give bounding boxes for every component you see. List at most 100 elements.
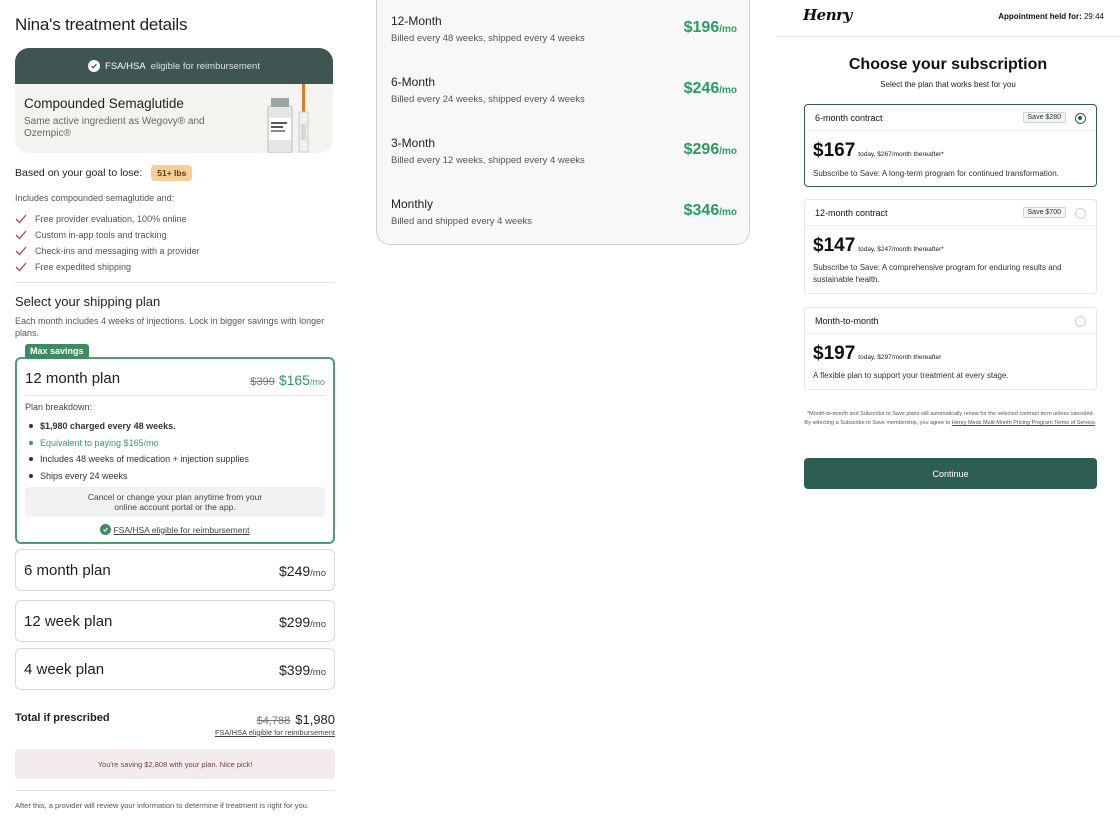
billing-option-sub: Billed every 12 weeks, shipped every 4 w…: [391, 155, 585, 166]
feature-text: Free expedited shipping: [35, 262, 132, 272]
feature-item: Free expedited shipping: [15, 259, 200, 275]
plan-price: $249/mo: [279, 563, 326, 579]
shipping-subtitle: Each month includes 4 weeks of injection…: [15, 316, 325, 338]
billing-option-sub: Billed every 24 weeks, shipped every 4 w…: [391, 94, 585, 105]
plan-price: $399/mo: [279, 662, 326, 678]
divider: [15, 282, 335, 283]
medication-card: FSA/HSA eligible for reimbursement Compo…: [15, 48, 333, 153]
plan-price: $399 $165/mo: [250, 372, 325, 388]
billing-option-price: $346/mo: [683, 202, 737, 219]
checkmark-icon: [15, 246, 27, 256]
total-old-price: $4,788: [256, 715, 291, 727]
plan-price: $299/mo: [279, 614, 326, 630]
feature-text: Free provider evaluation, 100% online: [35, 214, 187, 224]
plan-option-12-month[interactable]: 12 month plan $399 $165/mo Plan breakdow…: [15, 357, 335, 544]
continue-button[interactable]: Continue: [804, 458, 1097, 489]
billing-option-name: 3-Month: [391, 136, 436, 150]
card-price: $147 today, $247/month thereafter*: [813, 235, 944, 256]
terms-link[interactable]: Henry Meds Multi-Month Pricing Program T…: [952, 420, 1095, 426]
plan-name: 12 month plan: [25, 370, 121, 387]
card-title: 6-month contract: [815, 113, 883, 123]
card-description: Subscribe to Save: A long-term program f…: [813, 169, 1059, 178]
fsa-banner-bold: FSA/HSA: [105, 60, 146, 72]
breakdown-item: $1,980 charged every 48 weeks.: [29, 418, 249, 435]
breakdown-item: Ships every 24 weeks: [29, 468, 249, 485]
medication-vial-image: [267, 84, 309, 153]
goal-pill: 51+ lbs: [151, 165, 193, 181]
billing-option-sub: Billed every 48 weeks, shipped every 4 w…: [391, 33, 585, 44]
saving-message: You're saving $2,808 with your plan. Nic…: [15, 749, 335, 779]
billing-option-monthly[interactable]: Monthly Billed and shipped every 4 weeks…: [377, 183, 749, 244]
fsa-banner: FSA/HSA eligible for reimbursement: [15, 48, 333, 84]
total-prices: $4,788 $1,980: [257, 712, 335, 727]
billing-option-name: 6-Month: [391, 75, 436, 89]
checkmark-icon: [15, 230, 27, 240]
save-badge: Save $280: [1022, 112, 1066, 123]
subscription-card-month-to-month[interactable]: Month-to-month $197 today, $297/month th…: [804, 307, 1097, 390]
card-title: Month-to-month: [815, 316, 879, 326]
total-label: Total if prescribed: [15, 712, 110, 724]
fsa-eligible-link[interactable]: FSA/HSA eligible for reimbursement: [17, 524, 333, 535]
page-title: Choose your subscription: [848, 56, 1048, 73]
card-price: $167 today, $267/month thereafter*: [813, 140, 944, 161]
divider: [15, 790, 335, 791]
subscription-panel: Henry Appointment held for: 29:44 Choose…: [776, 0, 1120, 825]
treatment-details-panel: Nina's treatment details FSA/HSA eligibl…: [15, 0, 335, 825]
card-header: Month-to-month: [805, 308, 1096, 334]
plan-option-6-month[interactable]: 6 month plan $249/mo: [15, 549, 335, 591]
check-circle-icon: [100, 524, 112, 535]
billing-option-sub: Billed and shipped every 4 weeks: [391, 216, 533, 227]
subscription-card-6-month[interactable]: 6-month contract Save $280 $167 today, $…: [804, 104, 1097, 187]
fine-print: *Month-to-month and Subscribe to Save pl…: [804, 411, 1097, 426]
billing-options-panel: 12-Month Billed every 48 weeks, shipped …: [376, 0, 750, 245]
checkmark-icon: [15, 262, 27, 272]
plan-name: 6 month plan: [24, 562, 111, 579]
shipping-title: Select your shipping plan: [15, 294, 161, 309]
feature-text: Check-ins and messaging with a provider: [35, 246, 200, 256]
plan-option-4-week[interactable]: 4 week plan $399/mo: [15, 648, 335, 690]
total-amount: $1,980: [295, 712, 335, 727]
feature-item: Check-ins and messaging with a provider: [15, 243, 200, 259]
subscription-card-12-month[interactable]: 12-month contract Save $700 $147 today, …: [804, 199, 1097, 294]
breakdown-item: Equivalent to paying $165/mo: [29, 435, 249, 452]
billing-option-6-month[interactable]: 6-Month Billed every 24 weeks, shipped e…: [377, 61, 749, 123]
page-subtitle: Select the plan that works best for you: [880, 80, 1016, 89]
feature-item: Free provider evaluation, 100% online: [15, 211, 200, 227]
max-savings-badge: Max savings: [25, 344, 89, 359]
card-price: $197 today, $297/month thereafter: [813, 343, 942, 364]
page-title: Nina's treatment details: [15, 15, 188, 34]
card-description: A flexible plan to support your treatmen…: [813, 371, 1009, 380]
cancel-note: Cancel or change your plan anytime from …: [25, 487, 325, 517]
plan-old-price: $399: [250, 376, 275, 388]
radio-button[interactable]: [1075, 316, 1086, 327]
card-header: 6-month contract Save $280: [805, 105, 1096, 131]
total-fsa-link[interactable]: FSA/HSA eligible for reimbursement: [215, 728, 335, 737]
medication-name: Compounded Semaglutide: [24, 96, 184, 111]
plan-name: 4 week plan: [24, 661, 105, 678]
goal-row: Based on your goal to lose: 51+ lbs: [15, 165, 193, 181]
plan-option-12-week[interactable]: 12 week plan $299/mo: [15, 600, 335, 642]
card-title: 12-month contract: [815, 208, 888, 218]
billing-option-price: $246/mo: [683, 80, 737, 97]
plan-current-price: $165/mo: [278, 372, 325, 388]
radio-button[interactable]: [1075, 113, 1086, 124]
billing-option-price: $196/mo: [683, 19, 737, 36]
billing-option-name: 12-Month: [391, 14, 442, 28]
fsa-banner-text: eligible for reimbursement: [150, 60, 260, 72]
breakdown-item: Includes 48 weeks of medication + inject…: [29, 451, 249, 468]
radio-button[interactable]: [1075, 208, 1086, 219]
henry-logo[interactable]: Henry: [803, 6, 852, 24]
billing-option-12-month[interactable]: 12-Month Billed every 48 weeks, shipped …: [377, 0, 749, 62]
header: Henry Appointment held for: 29:44: [776, 0, 1120, 37]
goal-label: Based on your goal to lose:: [15, 167, 143, 179]
billing-option-3-month[interactable]: 3-Month Billed every 12 weeks, shipped e…: [377, 122, 749, 184]
medication-body: Compounded Semaglutide Same active ingre…: [15, 84, 333, 153]
card-description: Subscribe to Save: A comprehensive progr…: [813, 263, 1062, 284]
appointment-timer: Appointment held for: 29:44: [998, 12, 1104, 21]
includes-heading: Includes compounded semaglutide and:: [15, 193, 175, 203]
billing-option-price: $296/mo: [683, 141, 737, 158]
after-note: After this, a provider will review your …: [15, 801, 309, 810]
breakdown-heading: Plan breakdown:: [25, 402, 93, 412]
billing-option-name: Monthly: [391, 197, 434, 211]
save-badge: Save $700: [1022, 207, 1066, 218]
